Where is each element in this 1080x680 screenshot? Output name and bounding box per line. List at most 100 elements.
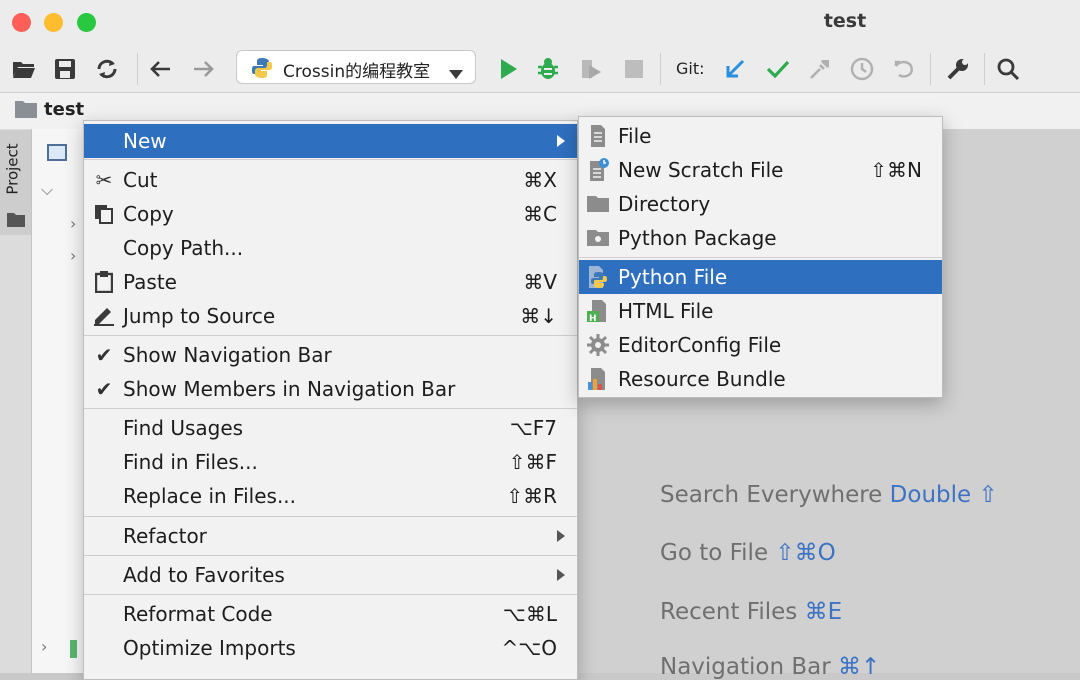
- menu-item-label: Copy Path...: [123, 236, 244, 260]
- open-folder-icon[interactable]: [9, 54, 39, 84]
- menu-item-label: Show Navigation Bar: [123, 343, 332, 367]
- hint-search-everywhere: Search Everywhere Double ⇧: [660, 482, 998, 508]
- menu-item-add-to-favorites[interactable]: Add to Favorites: [84, 558, 577, 592]
- menu-item-label: Reformat Code: [123, 602, 273, 626]
- chevron-right-icon[interactable]: ›: [41, 637, 47, 656]
- menu-item-optimize-imports[interactable]: Optimize Imports ^⌥O: [84, 631, 577, 665]
- submenu-item-python-file[interactable]: Python File: [579, 260, 942, 294]
- check-icon: ✔: [95, 343, 113, 367]
- hint-label: Go to File: [660, 540, 769, 566]
- submenu-item-file[interactable]: File: [579, 119, 942, 153]
- python-file-icon: [585, 264, 611, 290]
- git-commit-check-icon[interactable]: [763, 54, 793, 84]
- check-icon: ✔: [95, 377, 113, 401]
- menu-item-new[interactable]: New: [84, 124, 577, 158]
- menu-item-reformat-code[interactable]: Reformat Code ⌥⌘L: [84, 597, 577, 631]
- html-file-icon: H: [585, 298, 611, 324]
- menu-item-show-members[interactable]: ✔ Show Members in Navigation Bar: [84, 372, 577, 406]
- submenu-item-resource-bundle[interactable]: Resource Bundle: [579, 362, 942, 396]
- menu-item-copy[interactable]: Copy ⌘C: [84, 197, 577, 231]
- menu-item-shortcut: ⌘X: [523, 168, 557, 192]
- submenu-item-directory[interactable]: Directory: [579, 187, 942, 221]
- menu-item-replace-in-files[interactable]: Replace in Files... ⇧⌘R: [84, 479, 577, 513]
- submenu-item-html-file[interactable]: H HTML File: [579, 294, 942, 328]
- settings-wrench-icon[interactable]: [943, 54, 973, 84]
- submenu-arrow-icon: [557, 569, 565, 581]
- menu-item-cut[interactable]: ✂ Cut ⌘X: [84, 163, 577, 197]
- run-configuration-label: Crossin的编程教室: [283, 62, 431, 82]
- submenu-item-new-scratch-file[interactable]: New Scratch File ⇧⌘N: [579, 153, 942, 187]
- menu-item-find-usages[interactable]: Find Usages ⌥F7: [84, 411, 577, 445]
- hint-label: Search Everywhere: [660, 482, 883, 508]
- breadcrumb-project[interactable]: test: [44, 99, 84, 120]
- forward-arrow-icon[interactable]: [189, 54, 219, 84]
- menu-item-label: Paste: [123, 270, 177, 294]
- menu-item-label: Add to Favorites: [123, 563, 285, 587]
- clipboard-icon: [92, 270, 116, 294]
- save-icon[interactable]: [50, 54, 80, 84]
- submenu-item-label: Python Package: [618, 226, 777, 250]
- search-icon[interactable]: [993, 54, 1023, 84]
- run-configuration-dropdown[interactable]: Crossin的编程教室: [236, 50, 476, 84]
- debug-bug-icon[interactable]: [533, 54, 563, 84]
- menu-item-label: Jump to Source: [123, 304, 276, 328]
- git-push-icon[interactable]: [805, 54, 835, 84]
- back-arrow-icon[interactable]: [145, 54, 175, 84]
- submenu-arrow-icon: [557, 530, 565, 542]
- title-bar: test: [0, 0, 1080, 44]
- chevron-down-icon[interactable]: ⌵: [41, 180, 53, 200]
- menu-item-shortcut: ⌥⌘L: [502, 602, 557, 626]
- chevron-right-icon[interactable]: ›: [70, 214, 76, 233]
- svg-text:H: H: [589, 314, 597, 324]
- menu-item-label: Find Usages: [123, 416, 244, 440]
- menu-item-show-navigation-bar[interactable]: ✔ Show Navigation Bar: [84, 338, 577, 372]
- menu-item-jump-to-source[interactable]: Jump to Source ⌘↓: [84, 299, 577, 333]
- run-icon[interactable]: [493, 54, 523, 84]
- menu-item-shortcut: ⌥F7: [509, 416, 557, 440]
- zoom-window-button[interactable]: [77, 13, 96, 32]
- hint-shortcut: ⌘↑: [838, 654, 881, 680]
- hint-navigation-bar: Navigation Bar ⌘↑: [660, 654, 880, 680]
- menu-item-find-in-files[interactable]: Find in Files... ⇧⌘F: [84, 445, 577, 479]
- hint-go-to-file: Go to File ⇧⌘O: [660, 540, 836, 566]
- git-label: Git:: [676, 59, 705, 78]
- hint-recent-files: Recent Files ⌘E: [660, 599, 842, 625]
- copy-icon: [92, 202, 116, 226]
- menu-item-label: Optimize Imports: [123, 636, 296, 660]
- resource-bundle-icon: [585, 366, 611, 392]
- menu-item-label: New: [123, 129, 167, 153]
- submenu-item-python-package[interactable]: Python Package: [579, 221, 942, 255]
- menu-item-shortcut: ⌘↓: [520, 304, 557, 328]
- hint-shortcut: Double ⇧: [889, 482, 998, 508]
- submenu-item-label: File: [618, 124, 652, 148]
- menu-item-label: Replace in Files...: [123, 484, 297, 508]
- minimize-window-button[interactable]: [44, 13, 63, 32]
- submenu-item-editorconfig-file[interactable]: EditorConfig File: [579, 328, 942, 362]
- menu-item-refactor[interactable]: Refactor: [84, 519, 577, 553]
- menu-item-shortcut: ^⌥O: [501, 636, 557, 660]
- history-clock-icon[interactable]: [847, 54, 877, 84]
- scratch-file-icon: [585, 157, 611, 183]
- submenu-item-label: Resource Bundle: [618, 367, 786, 391]
- rollback-icon[interactable]: [890, 54, 920, 84]
- git-update-icon[interactable]: [720, 54, 750, 84]
- menu-item-copy-path[interactable]: Copy Path...: [84, 231, 577, 265]
- chevron-right-icon[interactable]: ›: [70, 246, 76, 265]
- menu-item-label: Find in Files...: [123, 450, 258, 474]
- library-icon: [70, 640, 77, 658]
- main-toolbar: Crossin的编程教室 Git:: [0, 44, 1080, 93]
- run-with-coverage-icon[interactable]: [576, 54, 606, 84]
- submenu-item-label: EditorConfig File: [618, 333, 782, 357]
- stop-icon[interactable]: [619, 54, 649, 84]
- folder-icon: [585, 191, 611, 217]
- sync-icon[interactable]: [92, 54, 122, 84]
- submenu-item-shortcut: ⇧⌘N: [870, 158, 922, 182]
- menu-item-shortcut: ⌘V: [523, 270, 557, 294]
- project-tab-label: Project: [3, 143, 22, 195]
- project-folder-icon: [7, 212, 25, 231]
- menu-item-paste[interactable]: Paste ⌘V: [84, 265, 577, 299]
- menu-item-shortcut: ⇧⌘R: [506, 484, 557, 508]
- close-window-button[interactable]: [12, 13, 31, 32]
- package-folder-icon: [585, 225, 611, 251]
- menu-item-label: Refactor: [123, 524, 207, 548]
